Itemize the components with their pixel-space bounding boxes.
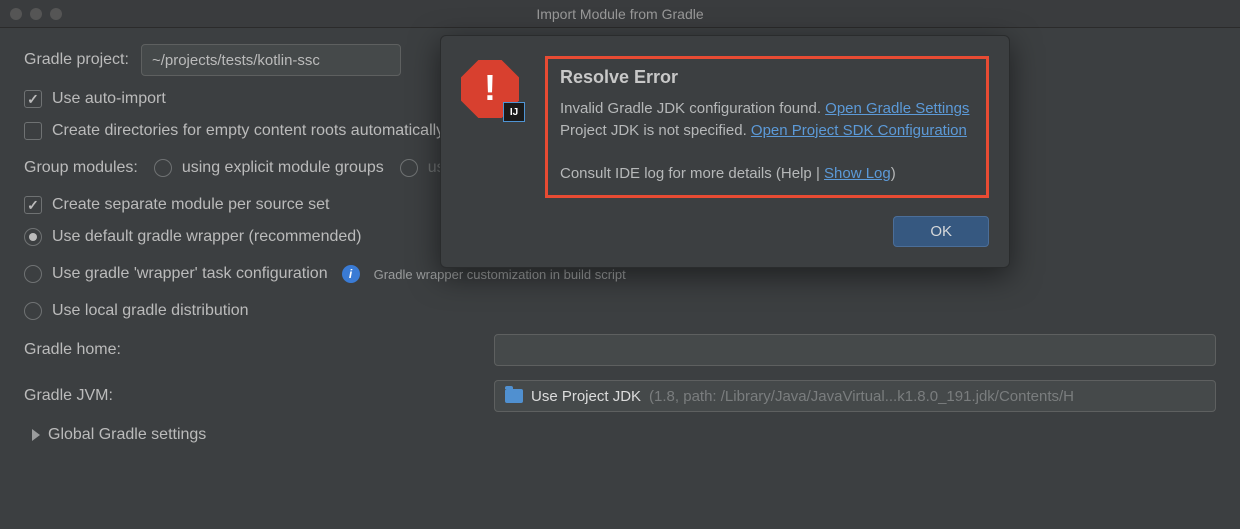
wrapper-default-label: Use default gradle wrapper (recommended) [52, 228, 361, 246]
dialog-message: Invalid Gradle JDK configuration found. … [560, 98, 974, 185]
dialog-footer: OK [461, 216, 989, 247]
radio-icon [24, 228, 42, 246]
local-dist-label: Use local gradle distribution [52, 302, 249, 320]
jvm-detail: (1.8, path: /Library/Java/JavaVirtual...… [649, 388, 1074, 405]
error-icon: ! IJ [461, 60, 519, 118]
msg3-text: Consult IDE log for more details (Help | [560, 165, 824, 182]
show-log-link[interactable]: Show Log [824, 165, 891, 182]
create-dirs-text: Create directories for empty content roo… [52, 122, 444, 139]
global-gradle-settings-expander[interactable]: Global Gradle settings [32, 426, 1216, 444]
window-controls [10, 8, 62, 20]
msg3-close: ) [891, 165, 896, 182]
window-title: Import Module from Gradle [0, 6, 1240, 22]
wrapper-task-option[interactable]: Use gradle 'wrapper' task configuration [24, 265, 328, 283]
info-icon: i [342, 265, 360, 283]
dialog-text-highlight: Resolve Error Invalid Gradle JDK configu… [545, 56, 989, 198]
wrapper-task-label: Use gradle 'wrapper' task configuration [52, 265, 328, 283]
dialog-title: Resolve Error [560, 67, 974, 88]
open-gradle-settings-link[interactable]: Open Gradle Settings [825, 100, 969, 117]
gradle-project-input[interactable] [141, 44, 401, 76]
msg2-text: Project JDK is not specified. [560, 122, 751, 139]
checkbox-icon [24, 90, 42, 108]
wrapper-hint: Gradle wrapper customization in build sc… [374, 267, 626, 282]
global-settings-label: Global Gradle settings [48, 426, 206, 444]
radio-icon [24, 302, 42, 320]
auto-import-label: Use auto-import [52, 90, 166, 108]
chevron-right-icon [32, 429, 40, 441]
create-dirs-label: Create directories for empty content roo… [52, 122, 444, 140]
title-bar: Import Module from Gradle [0, 0, 1240, 28]
checkbox-icon [24, 122, 42, 140]
gradle-home-input[interactable] [494, 334, 1216, 366]
radio-icon [24, 265, 42, 283]
open-project-sdk-link[interactable]: Open Project SDK Configuration [751, 122, 967, 139]
group-explicit-label: using explicit module groups [182, 159, 384, 177]
gradle-jvm-row: Gradle JVM: Use Project JDK (1.8, path: … [24, 380, 1216, 412]
folder-icon [505, 389, 523, 403]
gradle-project-label: Gradle project: [24, 51, 129, 69]
msg1-text: Invalid Gradle JDK configuration found. [560, 100, 825, 117]
radio-icon [154, 159, 172, 177]
wrapper-default-text: Use default gradle wrapper (recommended) [52, 228, 361, 245]
gradle-jvm-label: Gradle JVM: [24, 387, 144, 405]
minimize-window-button[interactable] [30, 8, 42, 20]
dialog-body: ! IJ Resolve Error Invalid Gradle JDK co… [461, 56, 989, 198]
local-dist-option[interactable]: Use local gradle distribution [24, 302, 1216, 320]
resolve-error-dialog: ! IJ Resolve Error Invalid Gradle JDK co… [440, 35, 1010, 268]
close-window-button[interactable] [10, 8, 22, 20]
gradle-jvm-select[interactable]: Use Project JDK (1.8, path: /Library/Jav… [494, 380, 1216, 412]
checkbox-icon [24, 196, 42, 214]
gradle-home-label: Gradle home: [24, 341, 144, 359]
intellij-badge-icon: IJ [503, 102, 525, 122]
group-modules-label: Group modules: [24, 159, 138, 177]
exclamation-icon: ! [484, 67, 496, 109]
radio-icon [400, 159, 418, 177]
ok-button[interactable]: OK [893, 216, 989, 247]
create-separate-label: Create separate module per source set [52, 196, 329, 214]
zoom-window-button[interactable] [50, 8, 62, 20]
jvm-name: Use Project JDK [531, 388, 641, 405]
gradle-home-row: Gradle home: [24, 334, 1216, 366]
group-explicit-option[interactable]: using explicit module groups [154, 159, 384, 177]
